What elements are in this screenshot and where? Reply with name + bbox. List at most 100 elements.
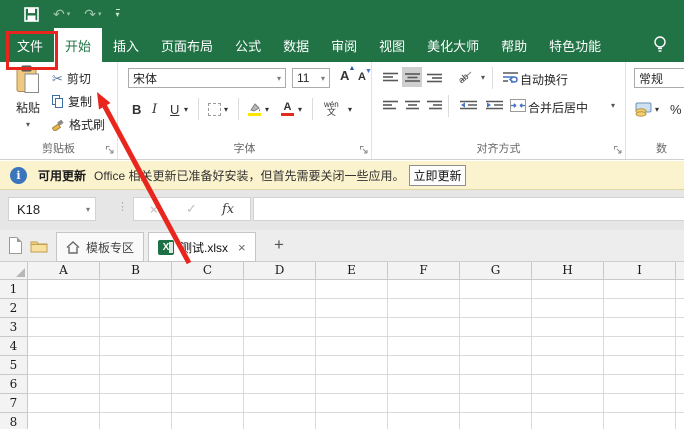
open-folder-icon[interactable] bbox=[30, 239, 48, 253]
cut-button[interactable]: ✂ 剪切 bbox=[52, 70, 91, 87]
merge-center-label[interactable]: 合并后居中 bbox=[528, 99, 588, 116]
decrease-font-size-button[interactable]: A ▼ bbox=[358, 68, 372, 83]
column-header[interactable]: F bbox=[388, 262, 460, 280]
formula-input[interactable] bbox=[253, 197, 684, 221]
tell-me-lightbulb-icon[interactable] bbox=[652, 35, 668, 54]
column-header[interactable]: H bbox=[532, 262, 604, 280]
column-header[interactable]: D bbox=[244, 262, 316, 280]
paste-dropdown-icon[interactable]: ▾ bbox=[26, 120, 30, 129]
copy-button[interactable]: 复制 ▾ bbox=[52, 93, 106, 110]
row-header[interactable]: 7 bbox=[0, 394, 28, 413]
update-now-button[interactable]: 立即更新 bbox=[409, 165, 466, 186]
font-size-dropdown-icon[interactable]: ▾ bbox=[321, 74, 325, 83]
row-header[interactable]: 6 bbox=[0, 375, 28, 394]
phonetic-dropdown-icon[interactable]: ▾ bbox=[348, 98, 352, 120]
merge-center-dropdown-icon[interactable]: ▾ bbox=[608, 95, 618, 115]
font-size-combobox[interactable]: 11 ▾ bbox=[292, 68, 330, 88]
tab-help[interactable]: 帮助 bbox=[490, 28, 538, 62]
row-header[interactable]: 2 bbox=[0, 299, 28, 318]
formula-bar-handle-icon[interactable]: ⋮ bbox=[117, 200, 128, 213]
name-box-dropdown-icon[interactable]: ▾ bbox=[86, 205, 90, 214]
tab-formulas[interactable]: 公式 bbox=[224, 28, 272, 62]
accounting-dropdown-icon[interactable]: ▾ bbox=[655, 98, 659, 120]
tab-beautify-master[interactable]: 美化大师 bbox=[416, 28, 490, 62]
customize-qat-button[interactable]: ▾ bbox=[115, 9, 120, 19]
orientation-button[interactable]: ab bbox=[454, 67, 478, 87]
paste-button[interactable]: 粘贴 ▾ bbox=[8, 65, 48, 139]
font-name-dropdown-icon[interactable]: ▾ bbox=[277, 74, 281, 83]
bold-button[interactable]: B bbox=[132, 98, 141, 120]
close-tab-icon[interactable]: × bbox=[238, 240, 246, 255]
accounting-format-button[interactable] bbox=[634, 98, 652, 120]
new-tab-button[interactable]: + bbox=[274, 235, 284, 255]
row-header[interactable]: 8 bbox=[0, 413, 28, 429]
tab-view[interactable]: 视图 bbox=[368, 28, 416, 62]
increase-indent-button[interactable] bbox=[482, 95, 506, 115]
undo-dropdown-icon[interactable]: ▾ bbox=[67, 10, 71, 18]
wrap-text-button[interactable] bbox=[500, 67, 520, 87]
undo-button[interactable]: ↶ ▾ bbox=[53, 6, 70, 23]
bottom-align-button[interactable] bbox=[424, 67, 444, 87]
name-box[interactable]: K18 ▾ bbox=[8, 197, 96, 221]
borders-dropdown-icon[interactable]: ▾ bbox=[224, 98, 228, 120]
column-header[interactable]: B bbox=[100, 262, 172, 280]
wrap-text-label[interactable]: 自动换行 bbox=[520, 71, 568, 88]
percent-style-button[interactable]: % bbox=[670, 98, 682, 120]
alignment-dialog-launcher-icon[interactable] bbox=[613, 145, 623, 155]
column-header[interactable]: C bbox=[172, 262, 244, 280]
column-header[interactable]: I bbox=[604, 262, 676, 280]
merge-center-button[interactable] bbox=[508, 95, 528, 115]
column-header[interactable]: A bbox=[28, 262, 100, 280]
underline-button[interactable]: U bbox=[170, 98, 179, 120]
tab-document[interactable]: X 测试.xlsx × bbox=[148, 232, 256, 262]
tab-home[interactable]: 开始 bbox=[54, 28, 103, 62]
redo-dropdown-icon[interactable]: ▾ bbox=[98, 10, 102, 18]
column-header[interactable]: G bbox=[460, 262, 532, 280]
row-header[interactable]: 4 bbox=[0, 337, 28, 356]
font-dialog-launcher-icon[interactable] bbox=[359, 145, 369, 155]
clipboard-dialog-launcher-icon[interactable] bbox=[105, 145, 115, 155]
fill-color-icon bbox=[248, 102, 261, 116]
svg-text:ab: ab bbox=[458, 71, 470, 84]
row-header[interactable]: 1 bbox=[0, 280, 28, 299]
align-center-button[interactable] bbox=[402, 95, 422, 115]
phonetic-bottom-text: 文 bbox=[326, 107, 336, 117]
copy-dropdown-icon[interactable]: ▾ bbox=[102, 97, 106, 106]
decrease-indent-button[interactable] bbox=[456, 95, 480, 115]
column-header-partial[interactable] bbox=[676, 262, 684, 280]
column-header[interactable]: E bbox=[316, 262, 388, 280]
row-header[interactable]: 3 bbox=[0, 318, 28, 337]
row-header[interactable]: 5 bbox=[0, 356, 28, 375]
increase-font-size-button[interactable]: A ▲ bbox=[340, 65, 355, 83]
fill-color-button[interactable] bbox=[248, 98, 261, 120]
redo-button[interactable]: ↷ ▾ bbox=[84, 6, 101, 23]
tab-template-zone[interactable]: 模板专区 bbox=[56, 232, 145, 262]
select-all-corner[interactable] bbox=[0, 262, 28, 280]
enter-icon[interactable]: ✓ bbox=[186, 201, 197, 217]
format-painter-button[interactable]: 格式刷 bbox=[52, 116, 105, 133]
phonetic-guide-button[interactable]: wén 文 bbox=[324, 98, 339, 120]
cancel-icon[interactable]: × bbox=[150, 202, 158, 217]
insert-function-button[interactable]: fx bbox=[222, 202, 234, 217]
cell-area[interactable] bbox=[28, 280, 684, 429]
fill-color-dropdown-icon[interactable]: ▾ bbox=[265, 98, 269, 120]
orientation-dropdown-icon[interactable]: ▾ bbox=[478, 67, 488, 87]
tab-insert[interactable]: 插入 bbox=[102, 28, 150, 62]
number-format-combobox[interactable]: 常规 bbox=[634, 68, 684, 88]
tab-review[interactable]: 审阅 bbox=[320, 28, 368, 62]
font-color-button[interactable]: A bbox=[281, 98, 294, 120]
tab-page-layout[interactable]: 页面布局 bbox=[150, 28, 224, 62]
font-color-dropdown-icon[interactable]: ▾ bbox=[298, 98, 302, 120]
new-document-icon[interactable] bbox=[9, 237, 22, 254]
tab-special-features[interactable]: 特色功能 bbox=[538, 28, 612, 62]
italic-button[interactable]: I bbox=[152, 98, 157, 120]
align-right-button[interactable] bbox=[424, 95, 444, 115]
align-left-button[interactable] bbox=[380, 95, 400, 115]
middle-align-button[interactable] bbox=[402, 67, 422, 87]
underline-dropdown-icon[interactable]: ▾ bbox=[184, 98, 188, 120]
save-icon[interactable] bbox=[24, 6, 39, 22]
font-name-combobox[interactable]: 宋体 ▾ bbox=[128, 68, 286, 88]
tab-data[interactable]: 数据 bbox=[272, 28, 320, 62]
borders-button[interactable] bbox=[208, 98, 221, 120]
top-align-button[interactable] bbox=[380, 67, 400, 87]
